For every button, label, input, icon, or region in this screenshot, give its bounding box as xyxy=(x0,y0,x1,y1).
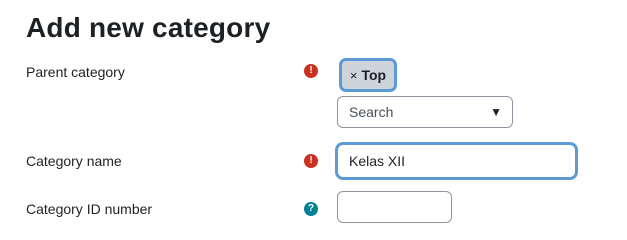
chip-label: Top xyxy=(361,67,387,83)
category-id-number-input[interactable] xyxy=(337,191,452,223)
search-input[interactable] xyxy=(338,103,491,121)
category-name-input[interactable] xyxy=(335,142,578,180)
selected-parent-chip[interactable]: × Top xyxy=(339,58,397,92)
required-icon[interactable]: ! xyxy=(304,64,318,78)
required-icon[interactable]: ! xyxy=(304,154,318,168)
category-name-label: Category name xyxy=(26,153,122,169)
help-icon[interactable]: ? xyxy=(304,202,318,216)
parent-category-search[interactable]: ▼ xyxy=(337,96,513,128)
page-title: Add new category xyxy=(26,12,271,43)
dropdown-arrow-icon[interactable]: ▼ xyxy=(490,105,502,119)
category-id-number-label: Category ID number xyxy=(26,201,153,217)
remove-chip-icon[interactable]: × xyxy=(350,68,358,83)
parent-category-label: Parent category xyxy=(26,64,125,80)
